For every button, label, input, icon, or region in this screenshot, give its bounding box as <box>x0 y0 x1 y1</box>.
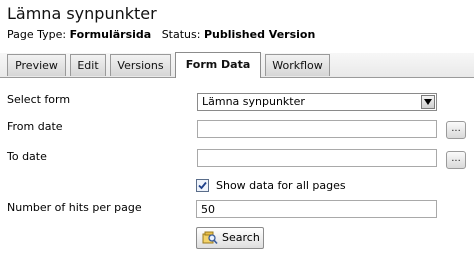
page-title: Lämna synpunkter <box>7 4 157 23</box>
tab-edit[interactable]: Edit <box>70 54 106 76</box>
hits-per-page-input[interactable] <box>196 200 437 218</box>
tab-form-data[interactable]: Form Data <box>175 52 261 78</box>
from-date-input[interactable] <box>197 120 437 138</box>
select-form-dropdown[interactable]: Lämna synpunkter <box>197 93 437 111</box>
search-icon <box>202 231 218 251</box>
select-form-label: Select form <box>7 93 71 106</box>
tab-preview[interactable]: Preview <box>7 54 66 76</box>
to-date-picker-button[interactable]: ... <box>446 151 466 169</box>
show-all-pages-checkbox[interactable] <box>196 179 209 192</box>
status-value: Published Version <box>203 28 316 41</box>
tab-versions[interactable]: Versions <box>110 54 171 76</box>
to-date-input[interactable] <box>197 149 437 167</box>
to-date-label: To date <box>7 150 47 163</box>
hits-per-page-label: Number of hits per page <box>7 201 142 214</box>
form-data-page: Lämna synpunkter Page Type: Formulärsida… <box>0 0 474 254</box>
status-label: Status: <box>161 28 201 41</box>
from-date-picker-button[interactable]: ... <box>446 121 466 139</box>
page-type-value: Formulärsida <box>69 28 152 41</box>
chevron-down-icon[interactable] <box>421 95 435 109</box>
tab-workflow[interactable]: Workflow <box>265 54 330 76</box>
page-type-label: Page Type: <box>7 28 67 41</box>
select-form-value: Lämna synpunkter <box>202 95 305 108</box>
search-button-label: Search <box>222 231 260 244</box>
search-button[interactable]: Search <box>196 227 264 249</box>
from-date-label: From date <box>7 120 63 133</box>
page-meta: Page Type: Formulärsida Status: Publishe… <box>7 27 315 43</box>
checkmark-icon <box>198 181 207 190</box>
show-all-pages-label: Show data for all pages <box>216 179 346 192</box>
